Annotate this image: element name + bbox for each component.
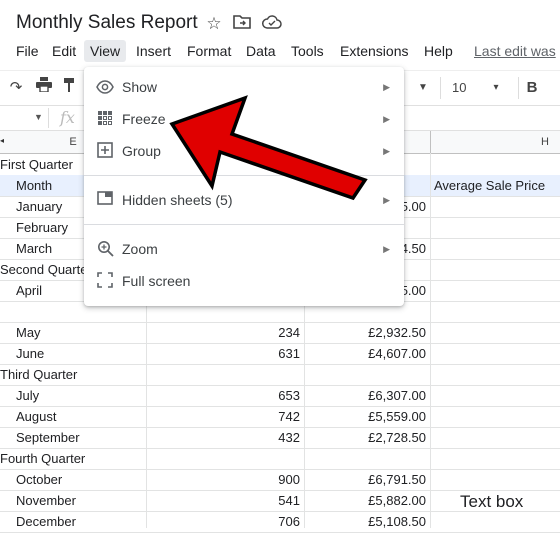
annotation-arrow	[169, 95, 368, 201]
